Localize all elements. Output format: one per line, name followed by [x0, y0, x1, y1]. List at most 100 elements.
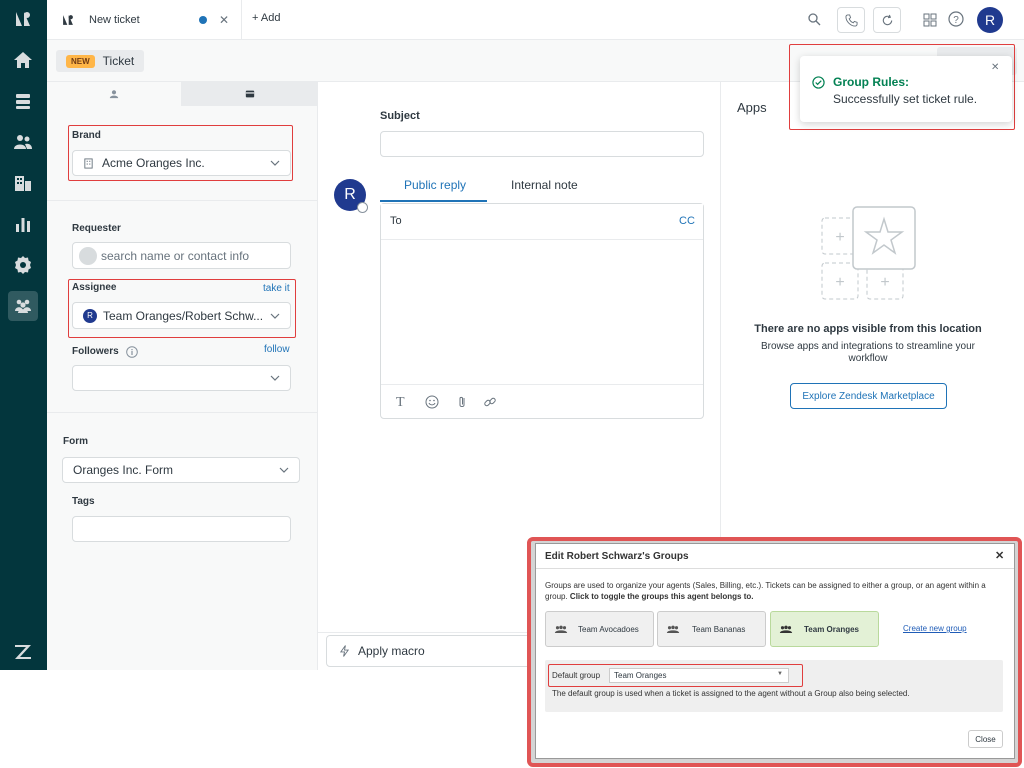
assignee-value: Team Oranges/Robert Schw...: [103, 308, 264, 323]
views-icon[interactable]: [12, 90, 34, 112]
toast-message: Successfully set ticket rule.: [833, 92, 978, 106]
text-format-icon[interactable]: T: [396, 395, 405, 411]
phone-icon: [844, 13, 858, 27]
modal-divider: [536, 568, 1014, 569]
toast-notification: [800, 56, 1012, 122]
brand-value: Acme Oranges Inc.: [102, 156, 205, 170]
tags-input[interactable]: [72, 516, 291, 542]
team-icon: [779, 625, 793, 633]
group-team-oranges-selected[interactable]: Team Oranges: [770, 611, 879, 647]
agent-status-icon: [357, 202, 368, 213]
phone-button[interactable]: [837, 7, 865, 33]
default-group-select[interactable]: Team Oranges ▼: [609, 668, 789, 683]
empty-apps-title: There are no apps visible from this loca…: [754, 323, 982, 335]
form-value: Oranges Inc. Form: [73, 463, 174, 477]
team-icon: [554, 625, 568, 633]
create-new-group-link[interactable]: Create new group: [903, 624, 967, 633]
apps-grid-icon[interactable]: [923, 13, 937, 32]
team-members-icon[interactable]: [12, 295, 34, 317]
reporting-icon[interactable]: [12, 213, 34, 235]
customers-icon[interactable]: [12, 131, 34, 153]
refresh-icon: [882, 14, 892, 25]
info-icon[interactable]: [126, 345, 138, 363]
toast-close-icon[interactable]: ✕: [991, 62, 999, 73]
toolbar-divider: [381, 384, 703, 385]
refresh-button[interactable]: [873, 7, 901, 33]
tab-internal-note[interactable]: Internal note: [511, 178, 578, 192]
subject-label: Subject: [380, 110, 420, 122]
left-nav: [0, 0, 47, 670]
search-icon[interactable]: [807, 12, 821, 26]
group-label: Team Avocadoes: [578, 624, 639, 634]
modal-intro-bold: Click to toggle the groups this agent be…: [569, 592, 754, 601]
recipients-row[interactable]: [381, 204, 703, 240]
empty-apps-description: Browse apps and integrations to streamli…: [760, 341, 975, 364]
section-divider: [47, 412, 318, 413]
chevron-down-icon: [270, 313, 280, 319]
svg-text:?: ?: [953, 15, 959, 26]
user-avatar[interactable]: R: [977, 7, 1003, 33]
active-tab-indicator: [380, 200, 487, 202]
group-label: Team Bananas: [692, 624, 746, 634]
organizations-icon[interactable]: [12, 172, 34, 194]
attachment-icon[interactable]: [455, 395, 469, 414]
ticket-pill[interactable]: NEW Ticket: [56, 50, 145, 72]
help-icon[interactable]: ?: [948, 11, 964, 32]
zendesk-logo-icon[interactable]: [12, 8, 34, 30]
tab-user[interactable]: [47, 82, 181, 106]
default-group-value: Team Oranges: [614, 671, 667, 680]
apply-macro-button[interactable]: Apply macro: [326, 635, 531, 667]
apply-macro-label: Apply macro: [358, 644, 425, 658]
home-icon[interactable]: [12, 49, 34, 71]
subject-input[interactable]: [380, 131, 704, 157]
tags-label: Tags: [72, 496, 95, 507]
assignee-label: Assignee: [72, 282, 117, 293]
default-group-help: The default group is used when a ticket …: [552, 689, 910, 698]
add-tab-button[interactable]: + Add: [252, 12, 280, 24]
admin-gear-icon[interactable]: [12, 254, 34, 276]
tab-public-reply[interactable]: Public reply: [404, 178, 466, 192]
requester-input[interactable]: search name or contact info: [72, 242, 291, 269]
apps-title: Apps: [737, 100, 767, 115]
ticket-label: Ticket: [102, 54, 135, 68]
form-select[interactable]: Oranges Inc. Form: [62, 457, 300, 483]
tab-title: New ticket: [89, 14, 140, 26]
tab-new-ticket[interactable]: New ticket ✕: [47, 0, 242, 40]
to-label: To: [390, 215, 402, 227]
modal-close-icon[interactable]: ✕: [995, 549, 1004, 562]
requester-placeholder: search name or contact info: [101, 248, 250, 263]
explore-marketplace-button[interactable]: Explore Zendesk Marketplace: [790, 383, 947, 409]
close-tab-icon[interactable]: ✕: [219, 13, 229, 27]
group-team-avocadoes[interactable]: Team Avocadoes: [545, 611, 654, 647]
assignee-avatar: R: [83, 308, 97, 323]
form-label: Form: [63, 436, 88, 447]
zendesk-brand-icon[interactable]: [12, 640, 34, 662]
ticket-tab-icon: [63, 15, 73, 25]
plus-icon: +: [252, 12, 259, 24]
modal-close-button[interactable]: Close: [968, 730, 1003, 748]
card-icon: [245, 90, 254, 98]
edit-groups-modal: [535, 543, 1015, 759]
user-icon: [109, 90, 119, 99]
requester-label: Requester: [72, 223, 121, 234]
section-divider: [47, 200, 318, 201]
chevron-down-icon: [270, 375, 280, 381]
followers-select[interactable]: [72, 365, 291, 391]
toast-title: Group Rules:: [833, 75, 910, 89]
brand-select[interactable]: Acme Oranges Inc.: [72, 150, 291, 176]
svg-text:+: +: [835, 229, 844, 246]
group-team-bananas[interactable]: Team Bananas: [657, 611, 766, 647]
tab-ticket-details[interactable]: [181, 82, 318, 106]
emoji-icon[interactable]: [425, 395, 439, 414]
footer-divider: [318, 632, 528, 633]
success-check-icon: [812, 76, 825, 94]
link-icon[interactable]: [483, 395, 497, 414]
cc-link[interactable]: CC: [679, 215, 695, 227]
reply-body-textarea[interactable]: [381, 241, 703, 383]
requester-avatar-placeholder: [79, 246, 97, 265]
follow-link[interactable]: follow: [264, 344, 290, 355]
take-it-link[interactable]: take it: [263, 283, 290, 294]
followers-label: Followers: [72, 346, 119, 357]
new-status-badge: NEW: [66, 54, 95, 68]
assignee-select[interactable]: R Team Oranges/Robert Schw...: [72, 302, 291, 329]
